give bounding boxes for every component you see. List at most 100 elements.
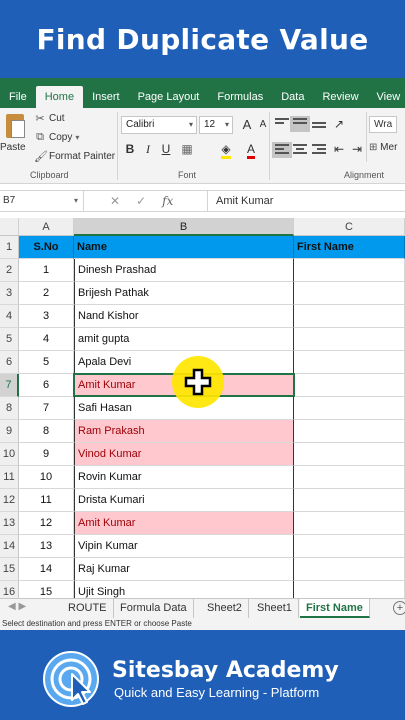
ribbon-tab-review[interactable]: Review — [313, 86, 367, 108]
row-header[interactable]: 13 — [0, 512, 19, 535]
ribbon-tab-view[interactable]: View — [368, 86, 405, 108]
sheet-tab-sheet1[interactable]: Sheet1 — [251, 599, 299, 618]
row-header[interactable]: 15 — [0, 558, 19, 581]
ribbon-tab-page-layout[interactable]: Page Layout — [129, 86, 209, 108]
first-name-cell[interactable] — [294, 305, 405, 328]
row-header[interactable]: 3 — [0, 282, 19, 305]
sno-cell[interactable]: 10 — [19, 466, 74, 489]
first-name-cell[interactable] — [294, 351, 405, 374]
cell-a1-header[interactable]: S.No — [19, 236, 74, 259]
duplicate-name-cell[interactable]: Vinod Kumar — [74, 443, 294, 466]
first-name-cell[interactable] — [294, 328, 405, 351]
wrap-text-button[interactable]: Wra — [369, 116, 398, 133]
decrease-indent-icon[interactable]: ⇤ — [330, 142, 348, 156]
cell-c1-header[interactable]: First Name — [294, 236, 405, 259]
borders-icon[interactable]: ▦ — [178, 142, 196, 156]
ribbon-tab-file[interactable]: File — [0, 86, 36, 108]
cancel-icon[interactable]: ✕ — [110, 191, 120, 211]
align-left-icon[interactable] — [272, 142, 292, 158]
paste-icon[interactable] — [2, 112, 28, 142]
column-header-b[interactable]: B — [74, 218, 294, 236]
formula-input[interactable]: Amit Kumar — [207, 191, 405, 211]
sno-cell[interactable]: 6 — [19, 374, 74, 397]
align-top-icon[interactable] — [272, 116, 292, 132]
cut-button[interactable]: ✂ Cut — [34, 112, 64, 125]
name-cell[interactable]: Brijesh Pathak — [74, 282, 294, 305]
first-name-cell[interactable] — [294, 558, 405, 581]
font-color-icon[interactable]: A — [242, 142, 260, 159]
name-cell[interactable]: Drista Kumari — [74, 489, 294, 512]
sheet-tab-formula-data[interactable]: Formula Data — [114, 599, 194, 618]
sno-cell[interactable]: 11 — [19, 489, 74, 512]
first-name-cell[interactable] — [294, 259, 405, 282]
align-bottom-icon[interactable] — [309, 116, 329, 132]
column-header-a[interactable]: A — [19, 218, 74, 236]
sheet-tab-route[interactable]: ROUTE — [62, 599, 114, 618]
name-cell[interactable]: Ujit Singh — [74, 581, 294, 598]
cell-b1-header[interactable]: Name — [74, 236, 294, 259]
add-sheet-icon[interactable]: + — [393, 601, 405, 615]
row-header[interactable]: 5 — [0, 328, 19, 351]
sno-cell[interactable]: 13 — [19, 535, 74, 558]
duplicate-name-cell[interactable]: Amit Kumar — [74, 512, 294, 535]
sno-cell[interactable]: 14 — [19, 558, 74, 581]
sno-cell[interactable]: 7 — [19, 397, 74, 420]
format-painter-button[interactable]: 🖌 Format Painter — [34, 150, 115, 163]
sno-cell[interactable]: 12 — [19, 512, 74, 535]
ribbon-tab-home[interactable]: Home — [35, 86, 84, 108]
first-name-cell[interactable] — [294, 581, 405, 598]
name-cell[interactable]: Nand Kishor — [74, 305, 294, 328]
merge-center-button[interactable]: ⊞ Mer — [369, 142, 397, 153]
name-cell[interactable]: Vipin Kumar — [74, 535, 294, 558]
orientation-icon[interactable]: ↗ — [330, 117, 348, 131]
row-header[interactable]: 16 — [0, 581, 19, 598]
first-name-cell[interactable] — [294, 535, 405, 558]
underline-button[interactable]: U — [157, 142, 175, 156]
sno-cell[interactable]: 3 — [19, 305, 74, 328]
row-header[interactable]: 6 — [0, 351, 19, 374]
row-header[interactable]: 10 — [0, 443, 19, 466]
sno-cell[interactable]: 15 — [19, 581, 74, 598]
sno-cell[interactable]: 5 — [19, 351, 74, 374]
sno-cell[interactable]: 4 — [19, 328, 74, 351]
row-header[interactable]: 9 — [0, 420, 19, 443]
name-cell[interactable]: amit gupta — [74, 328, 294, 351]
font-size-select[interactable]: 12 ▾ — [199, 116, 233, 134]
name-cell[interactable]: Rovin Kumar — [74, 466, 294, 489]
spreadsheet-grid[interactable]: A B C 1 S.No Name First Name 2 1 Dinesh Prashad 3 2… — [0, 218, 405, 598]
copy-button[interactable]: ⧉ Copy ▾ — [34, 131, 79, 144]
row-header[interactable]: 1 — [0, 236, 19, 259]
sheet-tab-sheet2[interactable]: Sheet2 — [201, 599, 249, 618]
ribbon-tab-insert[interactable]: Insert — [83, 86, 129, 108]
name-cell[interactable]: Dinesh Prashad — [74, 259, 294, 282]
row-header[interactable]: 11 — [0, 466, 19, 489]
row-header[interactable]: 4 — [0, 305, 19, 328]
row-header[interactable]: 12 — [0, 489, 19, 512]
first-name-cell[interactable] — [294, 466, 405, 489]
sno-cell[interactable]: 8 — [19, 420, 74, 443]
sno-cell[interactable]: 2 — [19, 282, 74, 305]
align-middle-icon[interactable] — [290, 116, 310, 132]
first-name-cell[interactable] — [294, 443, 405, 466]
italic-button[interactable]: I — [139, 142, 157, 157]
bold-button[interactable]: B — [121, 142, 139, 156]
select-all-corner[interactable] — [0, 218, 19, 236]
increase-indent-icon[interactable]: ⇥ — [348, 142, 366, 156]
duplicate-name-cell[interactable]: Ram Prakash — [74, 420, 294, 443]
sheet-nav-icon[interactable]: ◀ ▶ — [8, 601, 26, 612]
ribbon-tab-formulas[interactable]: Formulas — [208, 86, 272, 108]
name-cell[interactable]: Raj Kumar — [74, 558, 294, 581]
ribbon-tab-data[interactable]: Data — [272, 86, 313, 108]
row-header[interactable]: 2 — [0, 259, 19, 282]
column-header-c[interactable]: C — [294, 218, 405, 236]
sno-cell[interactable]: 9 — [19, 443, 74, 466]
row-header[interactable]: 14 — [0, 535, 19, 558]
first-name-cell[interactable] — [294, 420, 405, 443]
enter-icon[interactable]: ✓ — [136, 191, 146, 211]
first-name-cell[interactable] — [294, 512, 405, 535]
fill-color-icon[interactable]: ◈ — [217, 142, 235, 159]
row-header[interactable]: 8 — [0, 397, 19, 420]
name-box[interactable]: B7 ▾ — [0, 191, 84, 211]
align-center-icon[interactable] — [290, 142, 310, 158]
first-name-cell[interactable] — [294, 374, 405, 397]
